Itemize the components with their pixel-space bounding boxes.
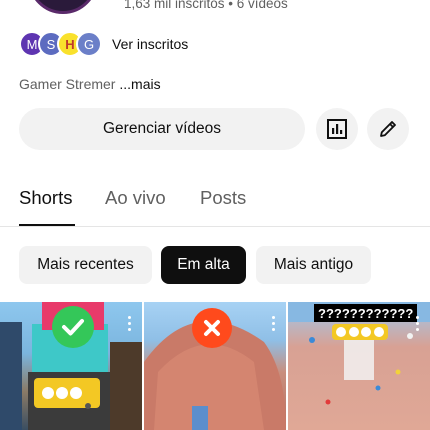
view-subscribers-link[interactable]: Ver inscritos [112,36,188,52]
more-options-icon[interactable] [128,316,132,334]
analytics-button[interactable] [316,108,358,150]
short-thumbnail[interactable] [0,302,142,430]
active-tab-indicator [19,224,75,226]
close-icon [204,320,220,336]
channel-stats: 1,63 mil inscritos • 6 vídeos [124,0,288,11]
edit-button[interactable] [367,108,409,150]
tab-posts[interactable]: Posts [200,187,246,209]
filter-oldest[interactable]: Mais antigo [256,246,371,284]
more-options-icon[interactable] [272,316,276,334]
filter-trending[interactable]: Em alta [161,246,246,284]
tab-live[interactable]: Ao vivo [105,187,166,209]
more-link[interactable]: ...mais [119,76,160,92]
channel-avatar[interactable] [28,0,98,14]
pencil-icon [380,121,396,137]
short-caption: ???????????? [314,304,418,322]
description-text: Gamer Stremer [19,76,116,92]
analytics-icon [327,119,347,139]
channel-description[interactable]: Gamer Stremer ...mais [19,76,161,92]
rejected-badge [192,308,232,348]
filter-recent[interactable]: Mais recentes [19,246,152,284]
short-thumbnail[interactable]: ???????????? [288,302,430,430]
approved-badge [52,306,94,348]
channel-tabs: Shorts Ao vivo Posts [0,180,430,227]
subscribers-row[interactable]: M S H G Ver inscritos [19,30,188,58]
tab-shorts[interactable]: Shorts [19,187,72,209]
more-options-icon[interactable] [416,316,420,334]
manage-videos-button[interactable]: Gerenciar vídeos [19,108,305,150]
check-icon [62,319,84,336]
short-thumbnail[interactable] [144,302,286,430]
emoji-row [332,324,388,340]
subscriber-avatar: G [76,31,102,57]
